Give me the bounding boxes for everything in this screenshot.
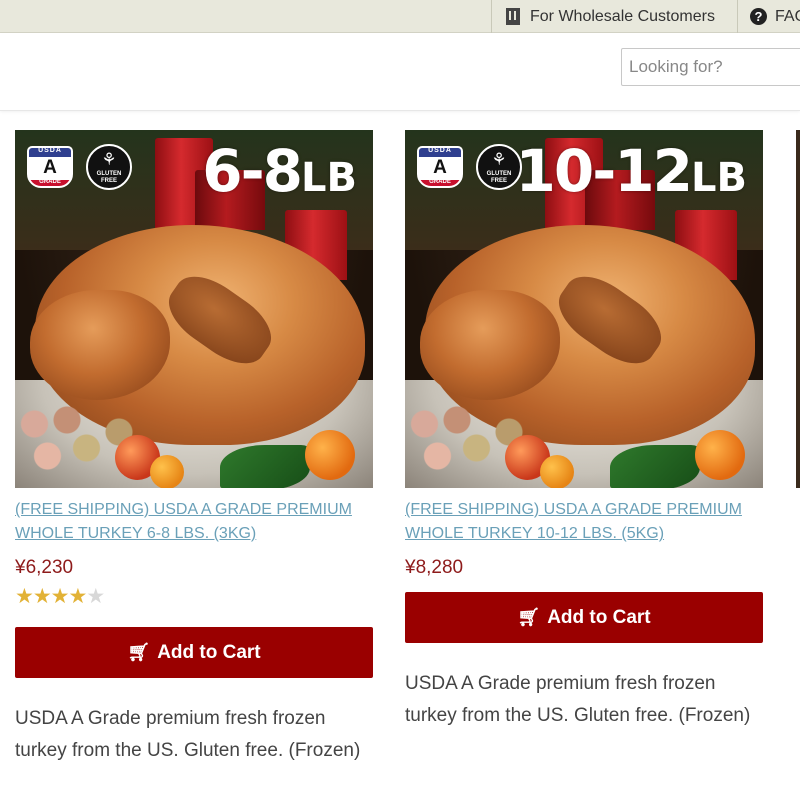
size-unit: LB bbox=[301, 155, 357, 201]
product-price: ¥6,230 bbox=[15, 557, 74, 578]
add-to-cart-label: Add to Cart bbox=[547, 606, 651, 628]
question-circle-icon: ? bbox=[750, 8, 767, 25]
wheat-icon: ⚘ bbox=[491, 150, 507, 169]
wheat-icon: ⚘ bbox=[101, 150, 117, 169]
product-image[interactable]: USDA A GRADE ⚘ GLUTEN FREE 10-12LB bbox=[405, 130, 763, 488]
empty-stars: ★ bbox=[86, 585, 105, 608]
gluten-free-text: GLUTEN FREE bbox=[96, 171, 122, 184]
usda-badge-grade: A bbox=[433, 157, 447, 178]
shopping-cart-icon: 🛒︎ bbox=[517, 607, 541, 627]
usda-badge-grade: A bbox=[43, 157, 57, 178]
product-title-link[interactable]: (FREE SHIPPING) USDA A GRADE PREMIUM WHO… bbox=[15, 498, 373, 546]
product-price: ¥8,280 bbox=[405, 557, 464, 578]
wholesale-label: For Wholesale Customers bbox=[530, 7, 715, 25]
size-number: 6-8 bbox=[202, 137, 303, 205]
usda-grade-a-badge: USDA A GRADE bbox=[27, 146, 73, 188]
gluten-free-badge: ⚘ GLUTEN FREE bbox=[86, 144, 132, 190]
product-image[interactable]: USDA A GRADE ⚘ GLUTEN FREE 6-8LB bbox=[15, 130, 373, 488]
leaf bbox=[220, 445, 310, 488]
size-label: 10-12LB bbox=[516, 136, 747, 213]
product-description: USDA A Grade premium fresh frozen turkey… bbox=[405, 673, 751, 726]
top-utility-bar: For Wholesale Customers ? FAQ bbox=[0, 0, 800, 33]
leaf bbox=[610, 445, 700, 488]
usda-badge-bottom: GRADE bbox=[39, 179, 61, 185]
fruit bbox=[150, 455, 184, 488]
size-number: 10-12 bbox=[515, 137, 693, 205]
usda-badge-top: USDA bbox=[38, 147, 62, 154]
add-to-cart-button[interactable]: 🛒︎ Add to Cart bbox=[405, 592, 763, 643]
usda-badge-bottom: GRADE bbox=[429, 179, 451, 185]
faq-link[interactable]: ? FAQ bbox=[737, 0, 800, 33]
star-rating: ★★★★★ bbox=[15, 585, 373, 609]
fruit bbox=[695, 430, 745, 480]
add-to-cart-label: Add to Cart bbox=[157, 641, 261, 663]
product-card: USDA A GRADE ⚘ GLUTEN FREE 6-8LB (FREE S… bbox=[15, 130, 373, 766]
fruit bbox=[540, 455, 574, 488]
search-input[interactable] bbox=[621, 48, 800, 86]
fruit bbox=[305, 430, 355, 480]
add-to-cart-button[interactable]: 🛒︎ Add to Cart bbox=[15, 627, 373, 678]
filled-stars: ★★★★ bbox=[15, 585, 87, 608]
product-card: USDA A GRADE ⚘ GLUTEN FREE 10-12LB (FREE… bbox=[405, 130, 763, 731]
building-icon bbox=[506, 8, 520, 25]
usda-badge-top: USDA bbox=[428, 147, 452, 154]
product-description: USDA A Grade premium fresh frozen turkey… bbox=[15, 708, 361, 761]
faq-label: FAQ bbox=[775, 7, 800, 25]
product-image-partial[interactable] bbox=[796, 130, 800, 488]
size-label: 6-8LB bbox=[202, 136, 357, 213]
product-title-link[interactable]: (FREE SHIPPING) USDA A GRADE PREMIUM WHO… bbox=[405, 498, 763, 546]
wholesale-customers-link[interactable]: For Wholesale Customers bbox=[491, 0, 737, 33]
usda-grade-a-badge: USDA A GRADE bbox=[417, 146, 463, 188]
shopping-cart-icon: 🛒︎ bbox=[127, 642, 151, 662]
size-unit: LB bbox=[691, 155, 747, 201]
gluten-free-text: GLUTEN FREE bbox=[486, 171, 512, 184]
